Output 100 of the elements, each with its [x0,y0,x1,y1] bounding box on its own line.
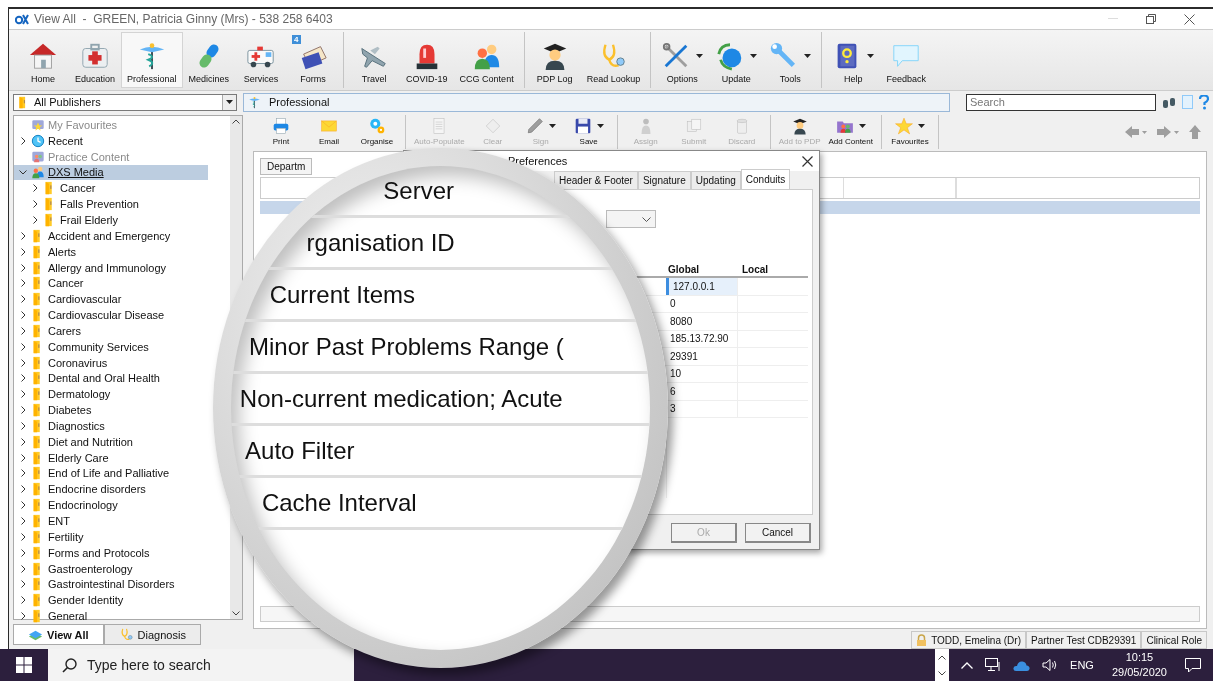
table-cell[interactable]: 29391 [666,348,738,365]
panel-tab[interactable]: Diagnosis [103,624,201,645]
tree-item[interactable]: Frail Elderly [14,212,208,228]
toolbar-button[interactable]: PDP Log [528,32,581,88]
tree-item[interactable]: Gastrointestinal Disorders [14,576,208,593]
toolbar-button[interactable]: Medicines [182,32,236,88]
chevron-down-icon[interactable] [938,670,947,676]
toolbar-button[interactable]: Print [257,115,305,149]
tree-item[interactable]: Elderly Care [14,449,208,466]
toolbar-button[interactable]: Read Lookup [580,32,647,88]
table-cell[interactable]: 185.13.72.90 [666,330,738,347]
status-field: Clinical Role [1141,631,1207,649]
table-cell[interactable]: 127.0.0.1 [666,278,738,295]
toolbar-button[interactable]: Professional [121,32,183,88]
tree-item[interactable]: Diet and Nutrition [14,433,208,450]
caret-icon [226,100,233,104]
toolbar-button[interactable]: Add Content [824,115,877,149]
close-icon[interactable] [1184,13,1195,25]
tree-item[interactable]: Coronavirus [14,354,208,371]
toolbar-button[interactable]: Tools [763,32,818,88]
tree-item[interactable]: Cardiovascular Disease [14,307,208,323]
spin-buttons[interactable] [935,649,950,681]
dropdown-field[interactable] [606,210,656,228]
toolbar-button[interactable]: Home [17,32,69,88]
dialog-tab[interactable]: Conduits [740,169,791,189]
tree-item[interactable]: Endocrine disorders [14,481,208,498]
tree-item[interactable]: Community Services [14,338,208,355]
tree-item[interactable]: Cardiovascular [14,291,208,308]
tree-item[interactable]: ENT [14,513,208,529]
scroll-down-icon[interactable] [232,611,240,616]
window-title: View All - GREEN, Patricia Ginny (Mrs) - 538 258 6403 [34,12,333,26]
toolbar-button[interactable]: Feedback [880,32,933,88]
house-icon [28,41,58,71]
toolbar-button[interactable]: Services [235,32,288,88]
tree-item[interactable]: Cancer [14,180,208,197]
close-icon[interactable] [802,155,813,167]
tree-item[interactable]: Accident and Emergency [14,227,208,244]
tree-item[interactable]: Alerts [14,243,208,260]
tree-item[interactable]: Diabetes [14,402,208,419]
toolbar-button[interactable]: 4 Forms [287,32,340,88]
tree-item[interactable]: Forms and Protocols [14,544,208,561]
table-cell[interactable]: 8080 [666,313,738,330]
table-cell[interactable]: 0 [666,295,738,312]
content-tab[interactable]: Departm [260,158,313,175]
dialog-tab[interactable]: Updating [690,171,741,189]
toolbar-button[interactable]: Favourites [886,115,934,149]
tree-item[interactable]: DXS Media [14,164,208,181]
dialog-tab[interactable]: Header & Footer [554,171,638,189]
people-icon [31,149,45,164]
magnified-label: Non-current medication; Acute [239,384,563,413]
breadcrumb-bar: Professional [243,92,950,112]
status-field: Partner Test CDB29391 [1026,631,1142,649]
dialog-tab[interactable]: Signature [637,171,691,189]
network-icon[interactable] [985,658,1002,672]
toolbar-button[interactable]: Save [564,115,613,149]
tree-item[interactable]: Gender Identity [14,592,208,609]
first-aid-kit-icon [80,41,110,71]
tree-item[interactable]: Dental and Oral Health [14,370,208,387]
toolbar-button[interactable]: Travel [348,32,401,88]
binoculars-icon[interactable] [1162,95,1176,109]
toolbar-button[interactable]: Organise [353,115,401,149]
notification-icon[interactable] [1185,657,1201,673]
stethoscope-icon [118,627,134,642]
clock[interactable]: 10:15 29/05/2020 [1105,650,1173,680]
toolbar-button[interactable]: Update [709,32,764,88]
app-logo-icon [15,13,29,25]
cloud-icon[interactable] [1013,659,1031,671]
tree-item[interactable]: Recent [14,132,208,149]
papers-icon [684,117,703,135]
toolbar-button[interactable]: CCG Content [453,32,520,88]
tree-item[interactable]: Dermatology [14,386,208,403]
dialog-button[interactable]: Cancel [745,523,811,543]
toolbar-button[interactable]: Options [655,32,710,88]
search-icon [62,657,77,673]
language-indicator[interactable]: ENG [1070,659,1094,671]
tree-item[interactable]: Cancer [14,275,208,292]
taskbar-search-field[interactable]: Type here to search [48,649,354,681]
toolbar-button[interactable]: Email [305,115,353,149]
panel-tab[interactable]: View All [13,624,104,645]
toolbar-button[interactable]: Education [69,32,122,88]
scroll-up-icon[interactable] [232,119,240,124]
tree-item[interactable]: Fertility [14,528,208,545]
count-badge: 4 [292,35,301,44]
tree-item[interactable]: Falls Prevention [14,196,208,213]
toolbar-button[interactable]: COVID-19 [400,32,454,88]
tree-item[interactable]: End of Life and Palliative [14,465,208,482]
tree-item[interactable]: Endocrinology [14,497,208,514]
tree-item[interactable]: Carers [14,322,208,339]
restore-icon[interactable] [1146,14,1156,24]
help-icon[interactable] [1199,94,1209,110]
tree-item[interactable]: Diagnostics [14,418,208,434]
publisher-dropdown[interactable]: All Publishers [13,93,237,111]
tree-item[interactable]: Gastroenterology [14,560,208,577]
tree-item[interactable]: General [14,608,208,624]
speaker-icon[interactable] [1042,658,1059,672]
toolbar-button[interactable]: Help [826,32,881,88]
envelope-icon [320,117,338,135]
chevron-up-icon[interactable] [938,654,947,660]
search-field[interactable]: Search [966,93,1156,111]
tree-item[interactable]: Allergy and Immunology [14,259,208,276]
